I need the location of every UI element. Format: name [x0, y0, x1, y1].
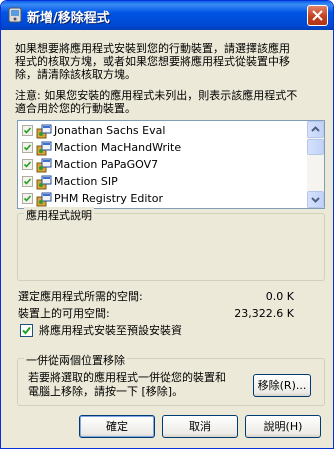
program-name: Maction MacHandWrite	[54, 141, 182, 154]
program-checkbox[interactable]	[22, 125, 33, 136]
arrow-down-icon	[311, 197, 320, 203]
program-name: Maction PaPaGOV7	[54, 158, 159, 171]
add-remove-programs-dialog: 新增/移除程式 如果想要將應用程式安裝到您的行動裝置，請選擇該應用 程式的核取方…	[0, 0, 334, 449]
intro-text-line-2: 程式的核取方塊，或者如果您想要將應用程式從裝置中移	[15, 55, 290, 68]
window-title: 新增/移除程式	[27, 11, 110, 26]
program-checkbox[interactable]	[22, 142, 33, 153]
program-name: PHM Registry Editor	[54, 192, 163, 205]
intro-text-line-1: 如果想要將應用程式安裝到您的行動裝置，請選擇該應用	[15, 42, 290, 55]
program-checkbox[interactable]	[22, 176, 33, 187]
setup-package-icon	[36, 141, 52, 156]
checkmark-icon	[22, 326, 31, 335]
close-icon	[312, 10, 323, 21]
remove-text-line-1: 若要將選取的應用程式一併從您的裝置和	[28, 371, 226, 384]
program-list-item[interactable]: Maction PaPaGOV7	[20, 157, 305, 173]
install-default-checkbox[interactable]	[20, 324, 33, 337]
setup-package-icon	[36, 158, 52, 173]
setup-package-icon	[36, 192, 52, 207]
cancel-button[interactable]: 取消	[162, 415, 238, 438]
scroll-down-button[interactable]	[307, 191, 324, 208]
setup-package-icon	[36, 175, 52, 190]
note-text-line-2: 適合用於您的行動裝置。	[15, 102, 136, 115]
arrow-up-icon	[311, 126, 320, 132]
vertical-scrollbar[interactable]	[307, 121, 324, 208]
remove-group-title: 一併從兩個位置移除	[24, 352, 127, 368]
remove-button[interactable]: 移除(R)...	[253, 374, 311, 397]
program-name: Maction SIP	[54, 175, 118, 188]
remove-text-line-2: 電腦上移除，請按一下 [移除]。	[28, 385, 184, 398]
remove-group: 一併從兩個位置移除 若要將選取的應用程式一併從您的裝置和 電腦上移除，請按一下 …	[17, 352, 325, 406]
device-icon	[8, 7, 22, 23]
scroll-up-button[interactable]	[307, 121, 324, 138]
note-text-line-1: 注意: 如果您安裝的應用程式未列出，則表示該應用程式不	[15, 89, 298, 102]
description-group: 應用程式說明	[17, 207, 325, 281]
ok-button[interactable]: 確定	[79, 415, 155, 438]
program-list-item[interactable]: Maction MacHandWrite	[20, 140, 305, 156]
required-space-value: 0.0 K	[265, 290, 294, 303]
available-space-label: 裝置上的可用空間:	[18, 307, 110, 320]
close-button[interactable]	[307, 5, 328, 26]
checkmark-icon	[24, 178, 31, 185]
intro-text-line-3: 除，請清除該核取方塊。	[15, 68, 136, 81]
program-list-item[interactable]: Maction SIP	[20, 174, 305, 190]
required-space-label: 選定應用程式所需的空間:	[18, 290, 143, 303]
checkmark-icon	[24, 195, 31, 202]
checkmark-icon	[24, 144, 31, 151]
scroll-thumb[interactable]	[307, 139, 324, 155]
program-checkbox[interactable]	[22, 193, 33, 204]
program-list-item[interactable]: PHM Registry Editor	[20, 191, 305, 207]
setup-package-icon	[36, 124, 52, 139]
program-name: Jonathan Sachs Eval	[54, 124, 166, 137]
install-default-label[interactable]: 將應用程式安裝至預設安裝資	[39, 324, 182, 337]
checkmark-icon	[24, 161, 31, 168]
available-space-value: 23,322.6 K	[234, 307, 294, 320]
program-list[interactable]: Jonathan Sachs Eval Maction MacHandWrite	[17, 120, 325, 209]
title-bar[interactable]: 新增/移除程式	[1, 1, 333, 30]
program-checkbox[interactable]	[22, 159, 33, 170]
checkmark-icon	[24, 127, 31, 134]
help-button[interactable]: 說明(H)	[245, 415, 321, 438]
description-title: 應用程式說明	[24, 207, 94, 223]
program-list-item[interactable]: Jonathan Sachs Eval	[20, 123, 305, 139]
